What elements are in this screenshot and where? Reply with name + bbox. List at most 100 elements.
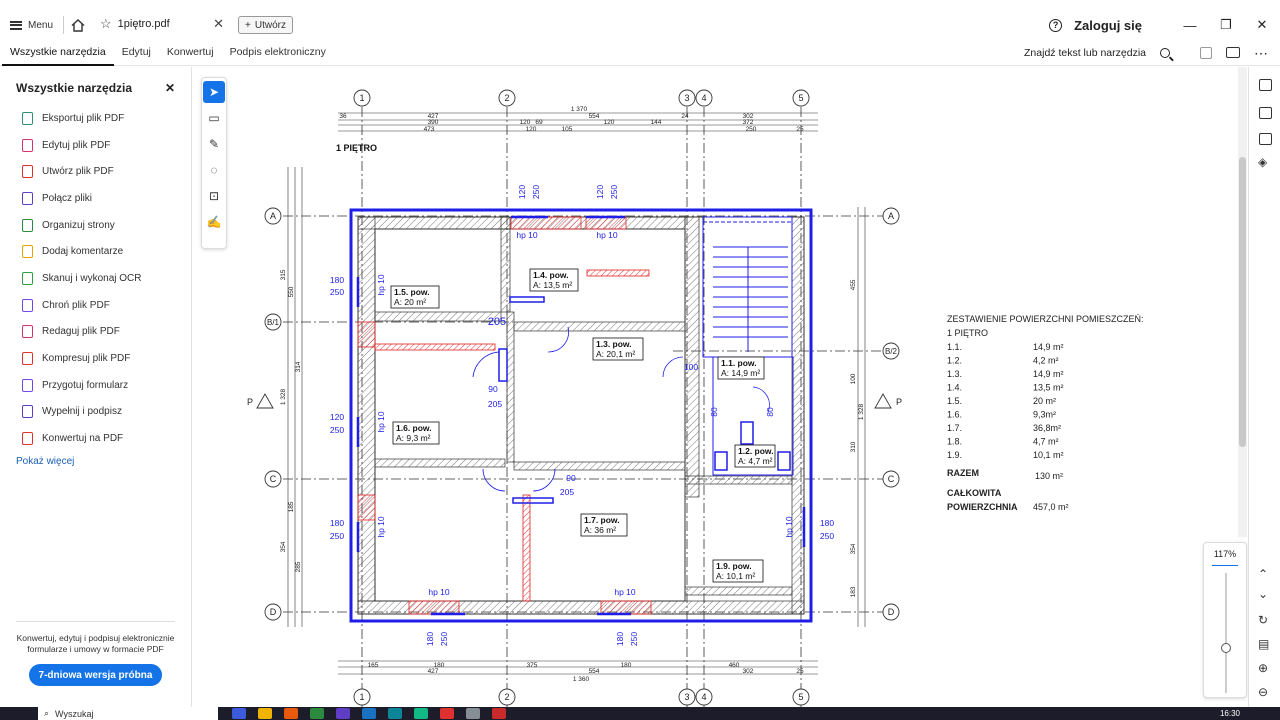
- layers-icon[interactable]: ◈: [1258, 155, 1267, 169]
- comment-panel-icon[interactable]: [1259, 79, 1272, 91]
- taskbar-app-icon[interactable]: [362, 708, 376, 719]
- chevron-down-icon[interactable]: ⌄: [1258, 587, 1268, 601]
- vertical-scrollbar[interactable]: [1238, 67, 1247, 537]
- tool-item[interactable]: Kompresuj plik PDF: [22, 345, 191, 372]
- room-area: A: 10,1 m²: [716, 571, 755, 581]
- tool-item[interactable]: Przygotuj formularz: [22, 372, 191, 399]
- zoom-slider[interactable]: [1225, 573, 1227, 693]
- axis-label: C: [270, 474, 277, 484]
- tool-item[interactable]: Edytuj plik PDF: [22, 132, 191, 159]
- tool-item[interactable]: Dodaj komentarze: [22, 238, 191, 265]
- dimension-label: 105: [562, 126, 573, 133]
- zoom-slider-handle[interactable]: [1221, 643, 1231, 653]
- tools-list: Eksportuj plik PDF Edytuj plik PDF Utwórz …: [0, 99, 191, 452]
- taskbar-app-icon[interactable]: [310, 708, 324, 719]
- taskbar-app-icon[interactable]: [336, 708, 350, 719]
- login-button[interactable]: Zaloguj się: [1074, 18, 1142, 33]
- dimension-label: 372: [743, 119, 754, 126]
- window-label: hp 10: [428, 587, 450, 597]
- home-button[interactable]: [64, 12, 92, 38]
- search-icon[interactable]: [1160, 47, 1170, 58]
- star-icon[interactable]: ☆: [100, 16, 112, 32]
- scrollbar-thumb[interactable]: [1239, 157, 1246, 447]
- taskbar-app-icon[interactable]: [232, 708, 246, 719]
- taskbar-search-placeholder: Wyszukaj: [55, 708, 94, 719]
- taskbar-app-icon[interactable]: [492, 708, 506, 719]
- panel-title: Wszystkie narzędzia: [16, 81, 133, 95]
- window-close-icon[interactable]: ✕: [1244, 17, 1280, 33]
- window-label: 250: [330, 425, 344, 435]
- taskbar-app-icon[interactable]: [258, 708, 272, 719]
- hamburger-icon: [10, 20, 22, 30]
- tab-name: 1piętro.pdf: [117, 18, 170, 30]
- menu-button[interactable]: Menu: [0, 12, 63, 38]
- window-label: hp 10: [376, 411, 386, 433]
- tool-item[interactable]: Połącz pliki: [22, 185, 191, 212]
- summary-room-area: 4,7 m²: [1033, 437, 1059, 447]
- tool-item[interactable]: Redaguj plik PDF: [22, 319, 191, 346]
- zoom-in-icon[interactable]: ⊕: [1258, 661, 1268, 675]
- dimension-label: 144: [651, 119, 662, 126]
- taskbar-app-icon[interactable]: [284, 708, 298, 719]
- tool-label: Eksportuj plik PDF: [42, 112, 125, 124]
- dimension-label: 25: [796, 126, 804, 133]
- new-tab-button[interactable]: + Utwórz: [238, 16, 293, 34]
- more-options-icon[interactable]: ⋯: [1254, 46, 1268, 60]
- tab-e-sign[interactable]: Podpis elektroniczny: [222, 40, 334, 66]
- menu-label: Menu: [28, 19, 54, 31]
- window-label: 120: [517, 185, 527, 199]
- taskbar-app-icon[interactable]: [388, 708, 402, 719]
- fit-page-icon[interactable]: ▤: [1258, 637, 1269, 651]
- rotate-icon[interactable]: ↻: [1258, 613, 1268, 627]
- tab-edit[interactable]: Edytuj: [114, 40, 159, 66]
- dimension-label: 1 360: [573, 676, 590, 683]
- tool-item[interactable]: Utwórz plik PDF: [22, 158, 191, 185]
- room-area: A: 20 m²: [394, 297, 426, 307]
- tool-item[interactable]: Organizuj strony: [22, 212, 191, 239]
- chevron-up-icon[interactable]: ⌃: [1258, 567, 1268, 581]
- window-label: 180: [820, 518, 834, 528]
- tool-item[interactable]: Chroń plik PDF: [22, 292, 191, 319]
- taskbar-search[interactable]: ⌕ Wyszukaj: [38, 707, 218, 720]
- tool-icon: [22, 298, 33, 312]
- window-label: 180: [425, 632, 435, 646]
- tool-label: Połącz pliki: [42, 192, 93, 204]
- tab-all-tools[interactable]: Wszystkie narzędzia: [2, 40, 114, 66]
- bookmark-panel-icon[interactable]: [1259, 107, 1272, 119]
- document-tab[interactable]: ☆ 1piętro.pdf ✕: [92, 12, 233, 38]
- dimension-label: 24: [681, 113, 689, 120]
- tool-item[interactable]: Eksportuj plik PDF: [22, 105, 191, 132]
- tool-item[interactable]: Konwertuj na PDF: [22, 425, 191, 452]
- summary-room-area: 4,2 m²: [1033, 356, 1059, 366]
- tool-item[interactable]: Skanuj i wykonaj OCR: [22, 265, 191, 292]
- document-viewport[interactable]: ➤ ▭ ✎ ◌ ⊡ ✍ 1 2 3 4 5 1 2 3 4 5 A B/1 C …: [193, 67, 1247, 707]
- dimension-label: 554: [589, 668, 600, 675]
- print-icon[interactable]: [1226, 47, 1240, 58]
- dimension-label: 354: [850, 543, 857, 554]
- free-trial-button[interactable]: 7-dniowa wersja próbna: [29, 664, 162, 686]
- close-icon[interactable]: ✕: [213, 16, 224, 32]
- taskbar-app-icon[interactable]: [414, 708, 428, 719]
- new-label: Utwórz: [254, 19, 286, 31]
- help-icon[interactable]: ?: [1049, 18, 1063, 32]
- find-tools-label[interactable]: Znajdź tekst lub narzędzia: [1024, 47, 1146, 59]
- pages-panel-icon[interactable]: [1259, 133, 1272, 145]
- taskbar-app-icon[interactable]: [440, 708, 454, 719]
- summary-room-id: 1.1.: [947, 342, 962, 352]
- summary-room-id: 1.9.: [947, 450, 962, 460]
- zoom-level[interactable]: 117%: [1204, 549, 1246, 559]
- summary-floor: 1 PIĘTRO: [947, 328, 988, 338]
- zoom-out-icon[interactable]: ⊖: [1258, 685, 1268, 699]
- tool-item[interactable]: Wypełnij i podpisz: [22, 399, 191, 426]
- room-area: A: 13,5 m²: [533, 280, 572, 290]
- dimension-label: 460: [729, 662, 740, 669]
- summary-room-area: 13,5 m²: [1033, 383, 1064, 393]
- restore-icon[interactable]: ❐: [1208, 17, 1244, 33]
- minimize-icon[interactable]: —: [1172, 18, 1208, 33]
- taskbar-app-icon[interactable]: [466, 708, 480, 719]
- tool-icon: [22, 138, 33, 152]
- save-icon[interactable]: [1200, 46, 1212, 59]
- show-more-link[interactable]: Pokaż więcej: [0, 456, 191, 467]
- panel-close-icon[interactable]: ✕: [165, 81, 175, 95]
- tab-convert[interactable]: Konwertuj: [159, 40, 222, 66]
